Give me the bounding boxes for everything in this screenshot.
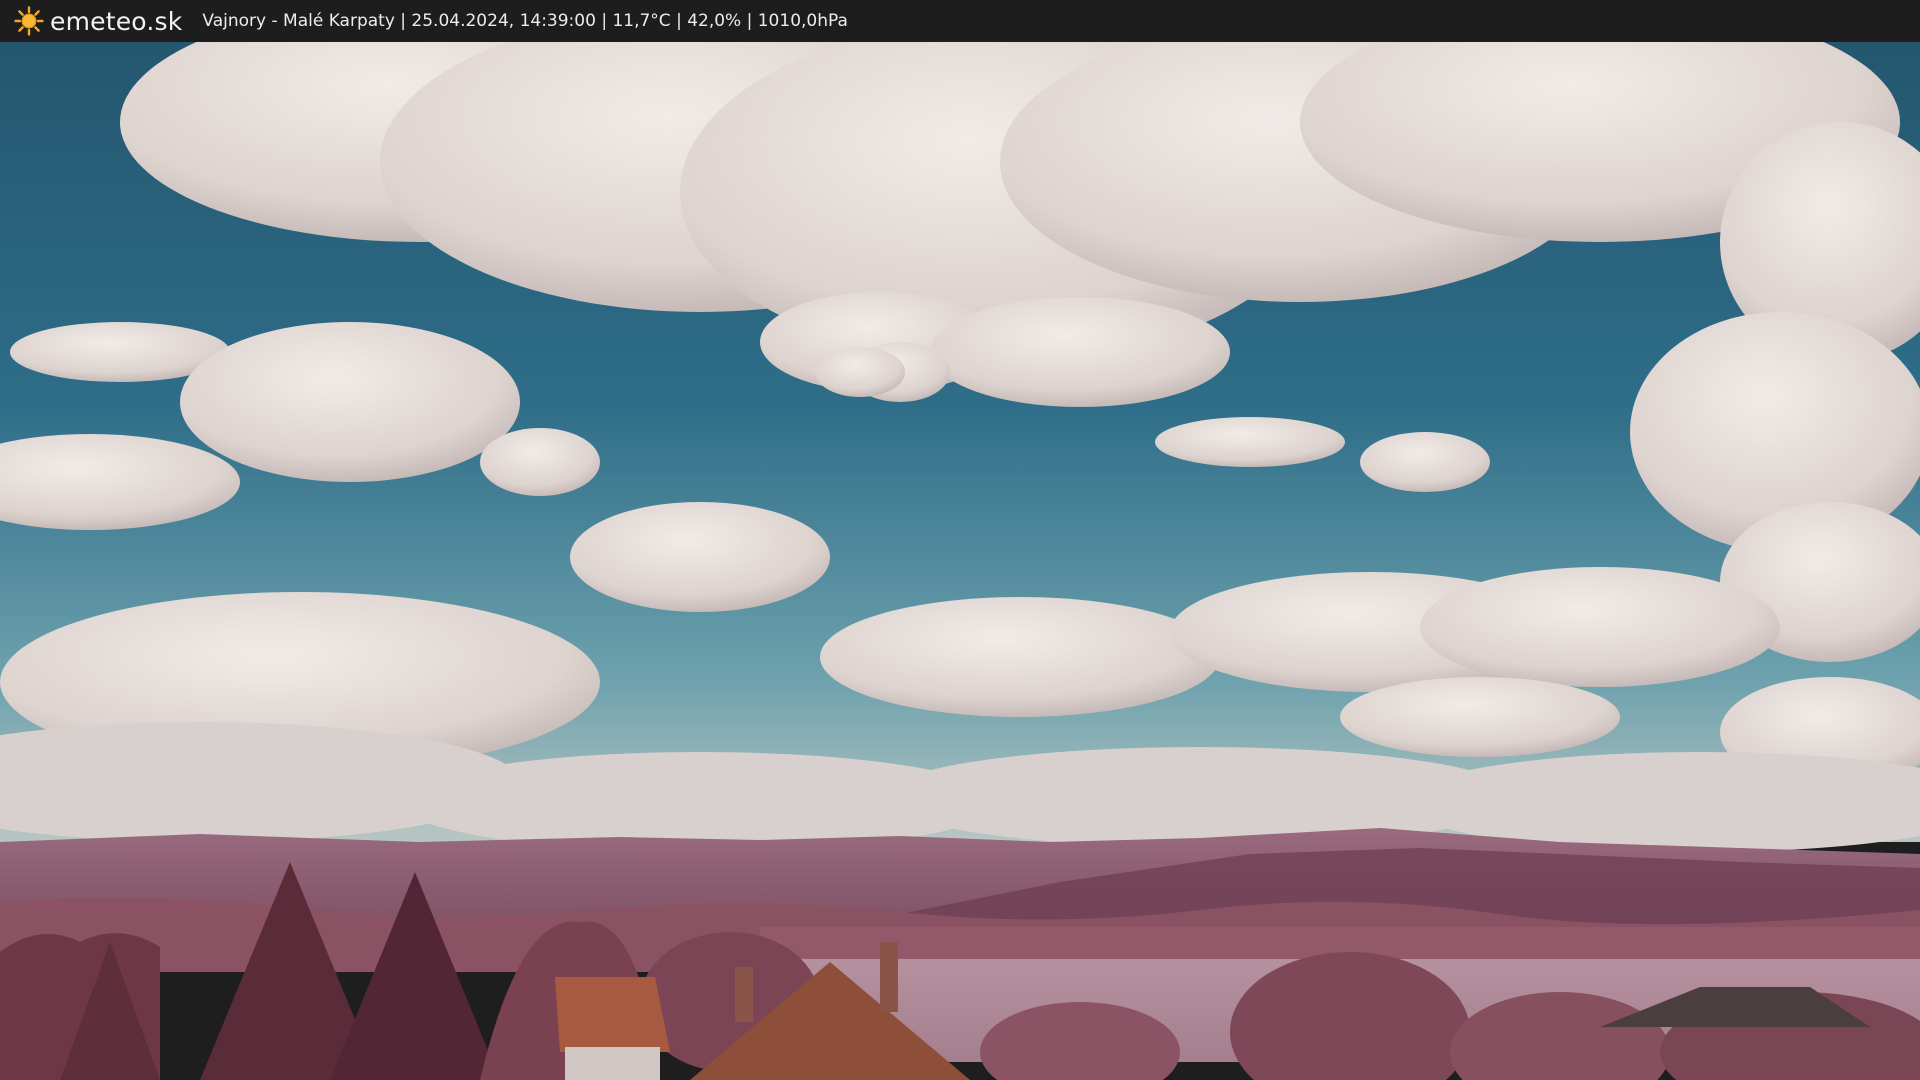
webcam-image: [0, 42, 1920, 1080]
station-caption: Vajnory - Malé Karpaty | 25.04.2024, 14:…: [202, 11, 848, 31]
brand-name: emeteo.sk: [50, 6, 183, 36]
top-bar: emeteo.sk Vajnory - Malé Karpaty | 25.04…: [0, 0, 1920, 42]
webcam-frame: emeteo.sk Vajnory - Malé Karpaty | 25.04…: [0, 0, 1920, 1080]
brand-logo[interactable]: emeteo.sk: [14, 6, 182, 36]
sun-icon: [14, 6, 44, 36]
